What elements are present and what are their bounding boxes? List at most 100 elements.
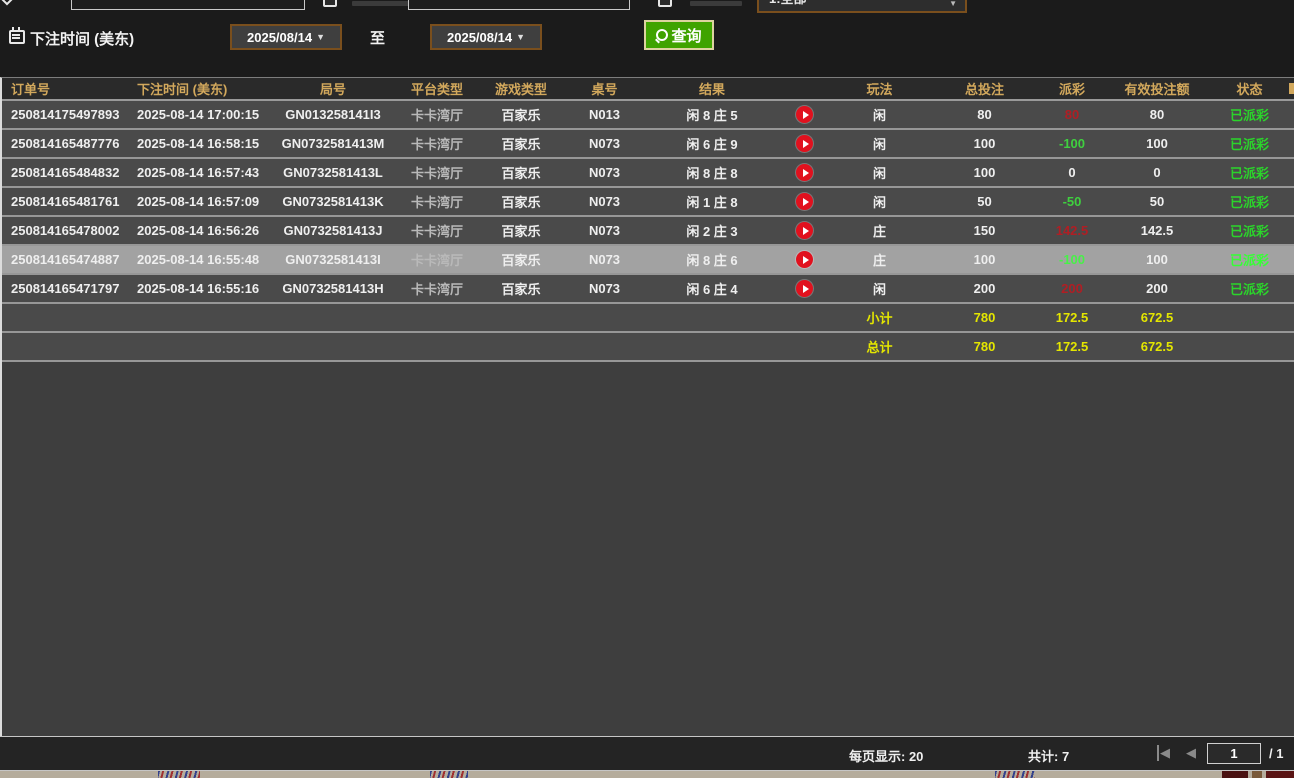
total-count-label: 共计: 7 [1028,746,1069,765]
date-range-separator: 至 [370,27,385,48]
filter-text-input-2[interactable] [408,0,630,10]
cell-partial [1287,246,1294,273]
clipboard-icon [658,0,672,7]
cell-partial [1287,275,1294,302]
table-row[interactable]: 2508141654877762025-08-14 16:58:15GN0732… [2,130,1294,159]
cell-empty [562,304,647,331]
table-row[interactable]: 2508141654717972025-08-14 16:55:16GN0732… [2,275,1294,304]
cell-video [777,188,832,215]
cell-table-number: N073 [562,246,647,273]
cell-video [777,159,832,186]
cell-video [777,246,832,273]
cell-play-type: 闲 [832,130,927,157]
cell-platform-type: 卡卡湾厅 [394,275,480,302]
cell-payout: 200 [1042,275,1102,302]
cell-empty [2,304,135,331]
cell-partial [1287,130,1294,157]
cell-order-number: 250814165471797 [2,275,135,302]
cell-status: 已派彩 [1212,159,1287,186]
filter-bar: 1:全部 ▼ 下注时间 (美东) 2025/08/14 ▼ 至 2025/08/… [0,0,1294,77]
cell-bet-time: 2025-08-14 16:56:26 [135,217,272,244]
cell-total-bet: 80 [927,101,1042,128]
cell-status: 已派彩 [1212,246,1287,273]
cell-valid-bet: 0 [1102,159,1212,186]
header-game: 游戏类型 [480,78,562,99]
cell-result: 闲 8 庄 5 [647,101,777,128]
summary-label: 小计 [832,304,927,331]
cell-partial [1287,101,1294,128]
cell-bet-time: 2025-08-14 16:57:09 [135,188,272,215]
cell-payout: -50 [1042,188,1102,215]
table-body: 2508141754978932025-08-14 17:00:15GN0132… [2,101,1294,362]
cell-valid-bet: 80 [1102,101,1212,128]
cell-order-number: 250814165484832 [2,159,135,186]
header-order: 订单号 [2,78,135,99]
cell-empty [777,333,832,360]
clipped-header-column [1289,83,1294,94]
play-video-icon[interactable] [796,193,813,210]
date-from-value: 2025/08/14 [247,30,312,45]
header-icon [777,78,832,99]
cell-payout: 0 [1042,159,1102,186]
cell-round-number: GN0732581413J [272,217,394,244]
bet-time-label: 下注时间 (美东) [30,28,134,49]
cell-round-number: GN0732581413H [272,275,394,302]
cell-game-type: 百家乐 [480,188,562,215]
play-video-icon[interactable] [796,222,813,239]
cell-round-number: GN0732581413L [272,159,394,186]
cell-payout: 142.5 [1042,217,1102,244]
cell-empty [480,304,562,331]
cell-status: 已派彩 [1212,101,1287,128]
cell-platform-type: 卡卡湾厅 [394,159,480,186]
summary-label: 总计 [832,333,927,360]
play-video-icon[interactable] [796,106,813,123]
page-number-input[interactable] [1207,743,1261,764]
cell-empty [135,304,272,331]
cell-result: 闲 1 庄 8 [647,188,777,215]
cell-play-type: 闲 [832,275,927,302]
chevron-down-icon: ▼ [516,32,525,42]
summary-payout: 172.5 [1042,304,1102,331]
decorative-marks [995,771,1035,778]
cell-platform-type: 卡卡湾厅 [394,246,480,273]
play-video-icon[interactable] [796,135,813,152]
cell-status: 已派彩 [1212,275,1287,302]
filter-text-input-1[interactable] [71,0,305,10]
prev-page-icon[interactable]: ◀ [1186,745,1196,761]
cell-round-number: GN013258141I3 [272,101,394,128]
cell-table-number: N073 [562,130,647,157]
header-total: 总投注 [927,78,1042,99]
cell-order-number: 250814165487776 [2,130,135,157]
header-play: 玩法 [832,78,927,99]
table-row[interactable]: 2508141654780022025-08-14 16:56:26GN0732… [2,217,1294,246]
table-row[interactable]: 2508141754978932025-08-14 17:00:15GN0132… [2,101,1294,130]
cell-result: 闲 6 庄 9 [647,130,777,157]
table-row[interactable]: 2508141654817612025-08-14 16:57:09GN0732… [2,188,1294,217]
header-round: 局号 [272,78,394,99]
cell-table-number: N073 [562,275,647,302]
bet-records-window: 1:全部 ▼ 下注时间 (美东) 2025/08/14 ▼ 至 2025/08/… [0,0,1294,778]
date-from-picker[interactable]: 2025/08/14 ▼ [230,24,342,50]
header-result: 结果 [647,78,777,99]
date-to-picker[interactable]: 2025/08/14 ▼ [430,24,542,50]
pagination-bar: 每页显示: 20 共计: 7 ◀ ◀ / 1 [0,736,1294,771]
play-video-icon[interactable] [796,280,813,297]
cell-result: 闲 8 庄 8 [647,159,777,186]
cell-game-type: 百家乐 [480,101,562,128]
cell-order-number: 250814165478002 [2,217,135,244]
decorative-marks [430,771,468,778]
filter-dropdown[interactable]: 1:全部 ▼ [757,0,967,13]
cell-bet-time: 2025-08-14 16:55:48 [135,246,272,273]
header-table: 桌号 [562,78,647,99]
cell-valid-bet: 142.5 [1102,217,1212,244]
search-button[interactable]: 查询 [644,20,714,50]
cell-platform-type: 卡卡湾厅 [394,217,480,244]
summary-payout: 172.5 [1042,333,1102,360]
cell-partial [1287,159,1294,186]
first-page-icon[interactable]: ◀ [1157,745,1170,761]
subtotal-row: 小计780172.5672.5 [2,304,1294,333]
play-video-icon[interactable] [796,251,813,268]
play-video-icon[interactable] [796,164,813,181]
table-row[interactable]: 2508141654848322025-08-14 16:57:43GN0732… [2,159,1294,188]
table-row[interactable]: 2508141654748872025-08-14 16:55:48GN0732… [2,246,1294,275]
